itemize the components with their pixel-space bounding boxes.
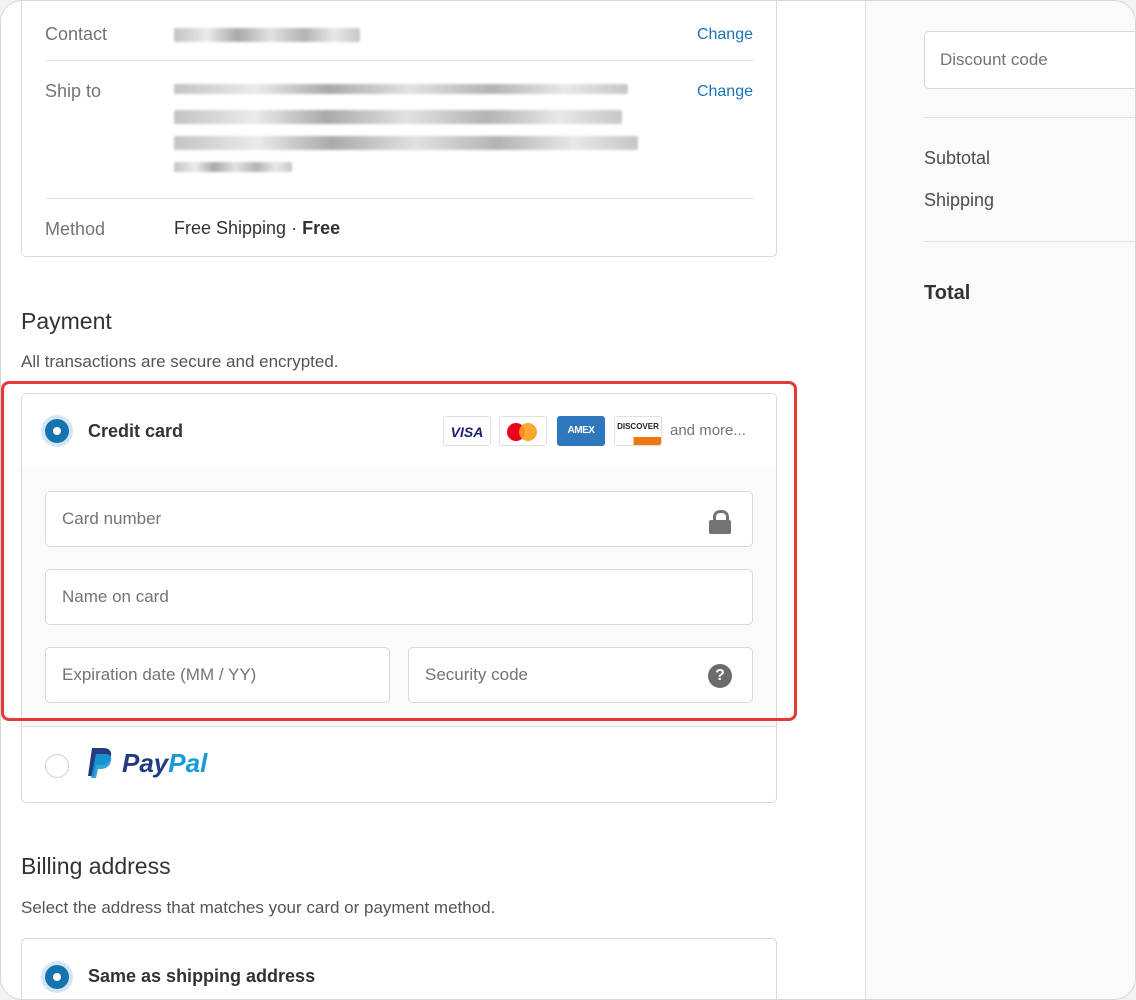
credit-card-radio[interactable] [45,419,69,443]
ship-to-label: Ship to [45,81,102,101]
billing-heading: Billing address [21,853,171,879]
paypal-wordmark-pal: Pal [168,748,208,778]
shipping-method-value: Free Shipping · Free [174,218,340,239]
more-cards-label: and more... [670,422,746,439]
divider [924,117,1135,118]
same-as-shipping-label: Same as shipping address [88,966,316,986]
visa-icon: VISA [443,416,491,446]
contact-value-redacted [174,28,360,42]
method-label: Method [45,219,106,239]
divider [45,198,753,199]
total-label: Total [924,282,971,304]
review-box: Contact Change Ship to Change Method Fre… [21,1,777,257]
address-line-redacted [174,84,628,94]
divider [45,60,753,61]
credit-card-fields: ? [22,468,776,727]
shipping-label: Shipping [924,190,995,210]
paypal-wordmark-pay: Pay [122,748,169,778]
contact-label: Contact [45,24,108,44]
paypal-logo-icon [88,748,112,778]
shipping-method-name: Free Shipping · [174,218,303,238]
checkout-window: Contact Change Ship to Change Method Fre… [0,0,1136,1000]
billing-subtitle: Select the address that matches your car… [21,898,496,917]
mastercard-icon [499,416,547,446]
name-on-card-input[interactable] [45,569,753,625]
amex-icon: AMEX [557,416,605,446]
payment-heading: Payment [21,308,112,334]
checkout-main: Contact Change Ship to Change Method Fre… [1,1,865,999]
address-line-redacted [174,162,292,172]
credit-card-option[interactable]: Credit card VISA AMEX DISCOVER and more.… [22,394,776,469]
payment-subtitle: All transactions are secure and encrypte… [21,352,339,371]
change-contact-link[interactable]: Change [697,26,753,44]
order-summary-sidebar: Subtotal Shipping Total [865,1,1135,999]
security-code-input[interactable] [408,647,753,703]
discount-code-input[interactable] [924,31,1135,89]
paypal-wordmark: PayPal [122,748,207,779]
address-line-redacted [174,136,638,150]
billing-options-box: Same as shipping address [21,938,777,999]
address-line-redacted [174,110,622,124]
shipping-method-price: Free [302,218,341,238]
paypal-radio[interactable] [45,754,69,778]
credit-card-label: Credit card [88,421,184,441]
help-icon[interactable]: ? [708,664,732,688]
subtotal-label: Subtotal [924,148,991,168]
lock-icon [709,510,731,534]
expiration-date-input[interactable] [45,647,390,703]
change-ship-to-link[interactable]: Change [697,83,753,101]
same-as-shipping-radio[interactable] [45,965,69,989]
card-number-input[interactable] [45,491,753,547]
discover-icon: DISCOVER [614,416,662,446]
divider [924,241,1135,242]
payment-methods-box: Credit card VISA AMEX DISCOVER and more.… [21,393,777,803]
